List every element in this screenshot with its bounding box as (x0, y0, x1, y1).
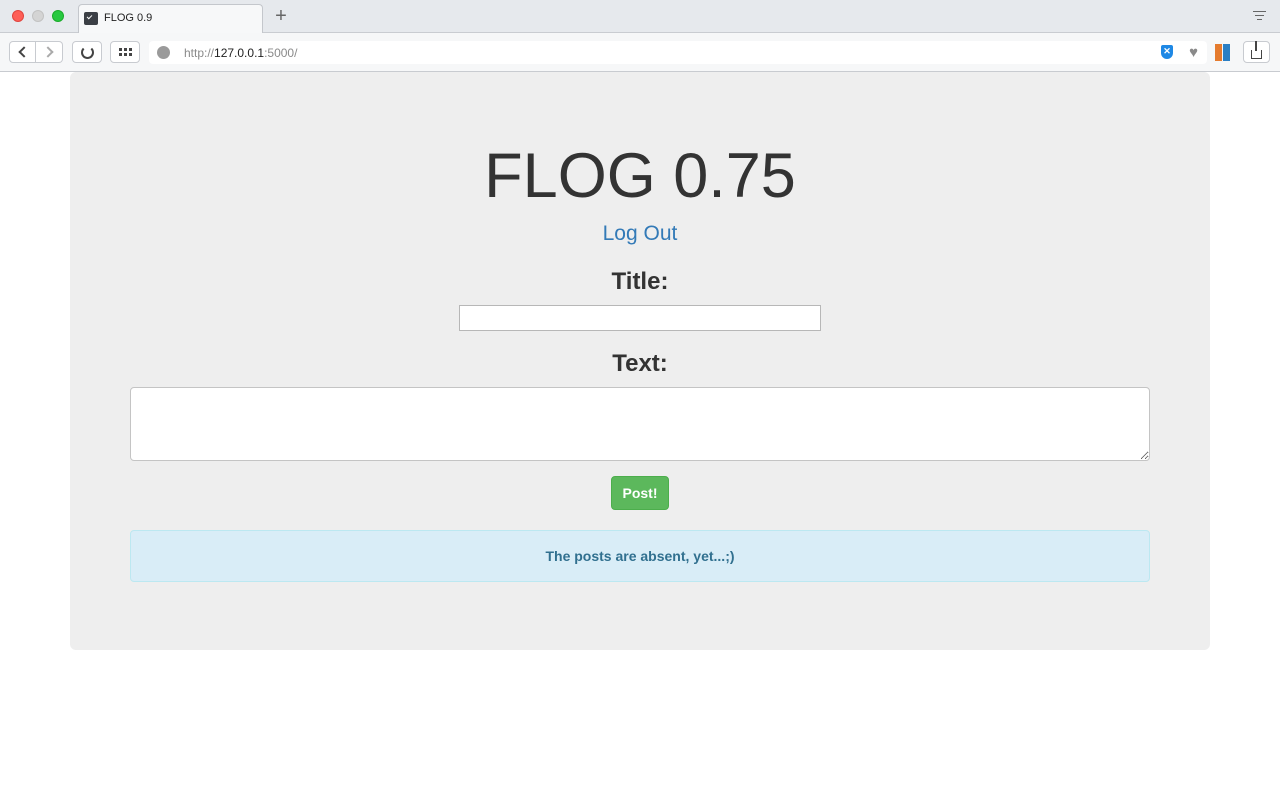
browser-toolbar: http://127.0.0.1:5000/ ✕ ♥ (0, 33, 1280, 72)
logout-link-row: Log Out (0, 220, 1280, 248)
window-zoom-button[interactable] (52, 10, 64, 22)
url-text: http://127.0.0.1:5000/ (184, 46, 297, 60)
title-input[interactable] (459, 305, 821, 331)
post-button[interactable]: Post! (611, 476, 669, 510)
browser-tab[interactable]: FLOG 0.9 (78, 4, 263, 34)
globe-icon (157, 46, 170, 59)
tab-menu-icon[interactable] (1253, 11, 1266, 23)
shield-extension-icon[interactable]: ✕ (1161, 45, 1173, 59)
address-bar[interactable]: http://127.0.0.1:5000/ ✕ ♥ (149, 41, 1207, 64)
browser-tab-bar: FLOG 0.9 + (0, 0, 1280, 34)
window-minimize-button[interactable] (32, 10, 44, 22)
url-scheme: http:// (184, 46, 215, 60)
back-icon (18, 46, 30, 58)
logout-link[interactable]: Log Out (603, 222, 678, 245)
forward-button[interactable] (36, 41, 63, 63)
reload-icon (80, 45, 94, 59)
heart-icon[interactable]: ♥ (1189, 45, 1198, 60)
share-button[interactable] (1243, 41, 1270, 63)
new-tab-button[interactable]: + (271, 6, 291, 26)
forward-icon (41, 46, 54, 58)
top-sites-icon (118, 48, 132, 56)
reload-button[interactable] (72, 41, 102, 63)
url-host: 127.0.0.1 (214, 46, 265, 60)
terminal-favicon-icon (84, 12, 98, 25)
share-icon (1251, 41, 1262, 59)
books-extension-icon[interactable] (1215, 44, 1231, 61)
tab-title: FLOG 0.9 (104, 12, 153, 24)
window-close-button[interactable] (12, 10, 24, 22)
title-label: Title: (611, 268, 669, 295)
back-button[interactable] (9, 41, 36, 63)
top-sites-button[interactable] (110, 41, 140, 63)
text-textarea[interactable] (130, 387, 1150, 461)
url-port-path: :5000/ (264, 46, 298, 60)
text-label: Text: (612, 350, 668, 377)
empty-posts-alert: The posts are absent, yet...;) (130, 530, 1150, 582)
page-title: FLOG 0.75 (484, 141, 796, 211)
